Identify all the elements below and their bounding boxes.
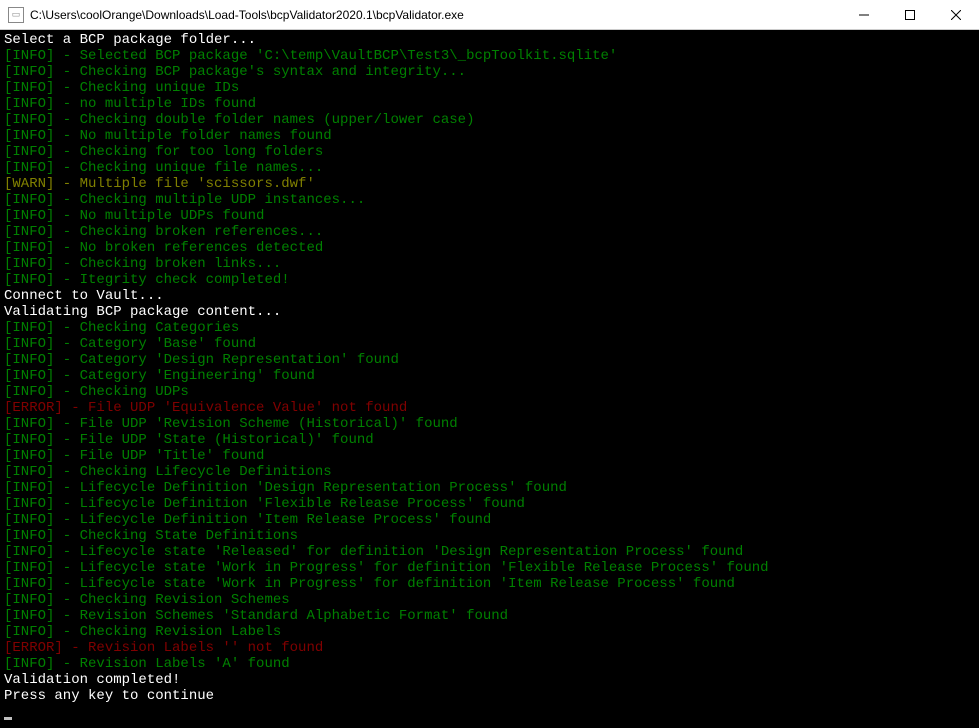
- console-line: [INFO] - Checking double folder names (u…: [4, 112, 975, 128]
- console-line: [INFO] - File UDP 'Revision Scheme (Hist…: [4, 416, 975, 432]
- console-line: [INFO] - Checking broken references...: [4, 224, 975, 240]
- console-output[interactable]: Select a BCP package folder...[INFO] - S…: [0, 30, 979, 728]
- console-line: [INFO] - File UDP 'Title' found: [4, 448, 975, 464]
- console-line: [INFO] - Selected BCP package 'C:\temp\V…: [4, 48, 975, 64]
- console-line: [ERROR] - File UDP 'Equivalence Value' n…: [4, 400, 975, 416]
- app-icon: ▭: [8, 7, 24, 23]
- console-line: [INFO] - Checking State Definitions: [4, 528, 975, 544]
- console-line: [WARN] - Multiple file 'scissors.dwf': [4, 176, 975, 192]
- console-line: [INFO] - Checking Revision Schemes: [4, 592, 975, 608]
- close-icon: [951, 10, 961, 20]
- console-line: [ERROR] - Revision Labels '' not found: [4, 640, 975, 656]
- console-line: [INFO] - Category 'Engineering' found: [4, 368, 975, 384]
- text-cursor: [4, 717, 12, 720]
- console-line: [INFO] - File UDP 'State (Historical)' f…: [4, 432, 975, 448]
- console-line: [INFO] - Checking Revision Labels: [4, 624, 975, 640]
- console-line: [INFO] - no multiple IDs found: [4, 96, 975, 112]
- minimize-button[interactable]: [841, 0, 887, 29]
- console-line: [INFO] - Category 'Base' found: [4, 336, 975, 352]
- console-line: Connect to Vault...: [4, 288, 975, 304]
- window-titlebar: ▭ C:\Users\coolOrange\Downloads\Load-Too…: [0, 0, 979, 30]
- console-line: [INFO] - Checking Lifecycle Definitions: [4, 464, 975, 480]
- console-line: [INFO] - Checking BCP package's syntax a…: [4, 64, 975, 80]
- cursor-line: [4, 704, 975, 720]
- console-line: [INFO] - Checking for too long folders: [4, 144, 975, 160]
- console-scrollbar[interactable]: [963, 30, 979, 728]
- console-line: [INFO] - Lifecycle Definition 'Flexible …: [4, 496, 975, 512]
- close-button[interactable]: [933, 0, 979, 29]
- maximize-button[interactable]: [887, 0, 933, 29]
- console-line: [INFO] - Revision Labels 'A' found: [4, 656, 975, 672]
- window-controls: [841, 0, 979, 29]
- console-line: [INFO] - Lifecycle Definition 'Design Re…: [4, 480, 975, 496]
- console-line: [INFO] - Checking unique IDs: [4, 80, 975, 96]
- window-title: C:\Users\coolOrange\Downloads\Load-Tools…: [30, 8, 841, 22]
- console-line: [INFO] - Checking broken links...: [4, 256, 975, 272]
- maximize-icon: [905, 10, 915, 20]
- console-line: [INFO] - No multiple UDPs found: [4, 208, 975, 224]
- console-line: [INFO] - Lifecycle state 'Work in Progre…: [4, 560, 975, 576]
- console-line: [INFO] - Checking Categories: [4, 320, 975, 336]
- console-line: [INFO] - Revision Schemes 'Standard Alph…: [4, 608, 975, 624]
- minimize-icon: [859, 10, 869, 20]
- console-line: [INFO] - Checking unique file names...: [4, 160, 975, 176]
- console-line: [INFO] - Category 'Design Representation…: [4, 352, 975, 368]
- console-line: Press any key to continue: [4, 688, 975, 704]
- console-line: Select a BCP package folder...: [4, 32, 975, 48]
- console-line: Validation completed!: [4, 672, 975, 688]
- console-line: [INFO] - Lifecycle state 'Work in Progre…: [4, 576, 975, 592]
- console-line: Validating BCP package content...: [4, 304, 975, 320]
- console-line: [INFO] - No multiple folder names found: [4, 128, 975, 144]
- console-line: [INFO] - Lifecycle Definition 'Item Rele…: [4, 512, 975, 528]
- console-line: [INFO] - Checking multiple UDP instances…: [4, 192, 975, 208]
- console-line: [INFO] - Lifecycle state 'Released' for …: [4, 544, 975, 560]
- console-line: [INFO] - Checking UDPs: [4, 384, 975, 400]
- console-line: [INFO] - Itegrity check completed!: [4, 272, 975, 288]
- console-line: [INFO] - No broken references detected: [4, 240, 975, 256]
